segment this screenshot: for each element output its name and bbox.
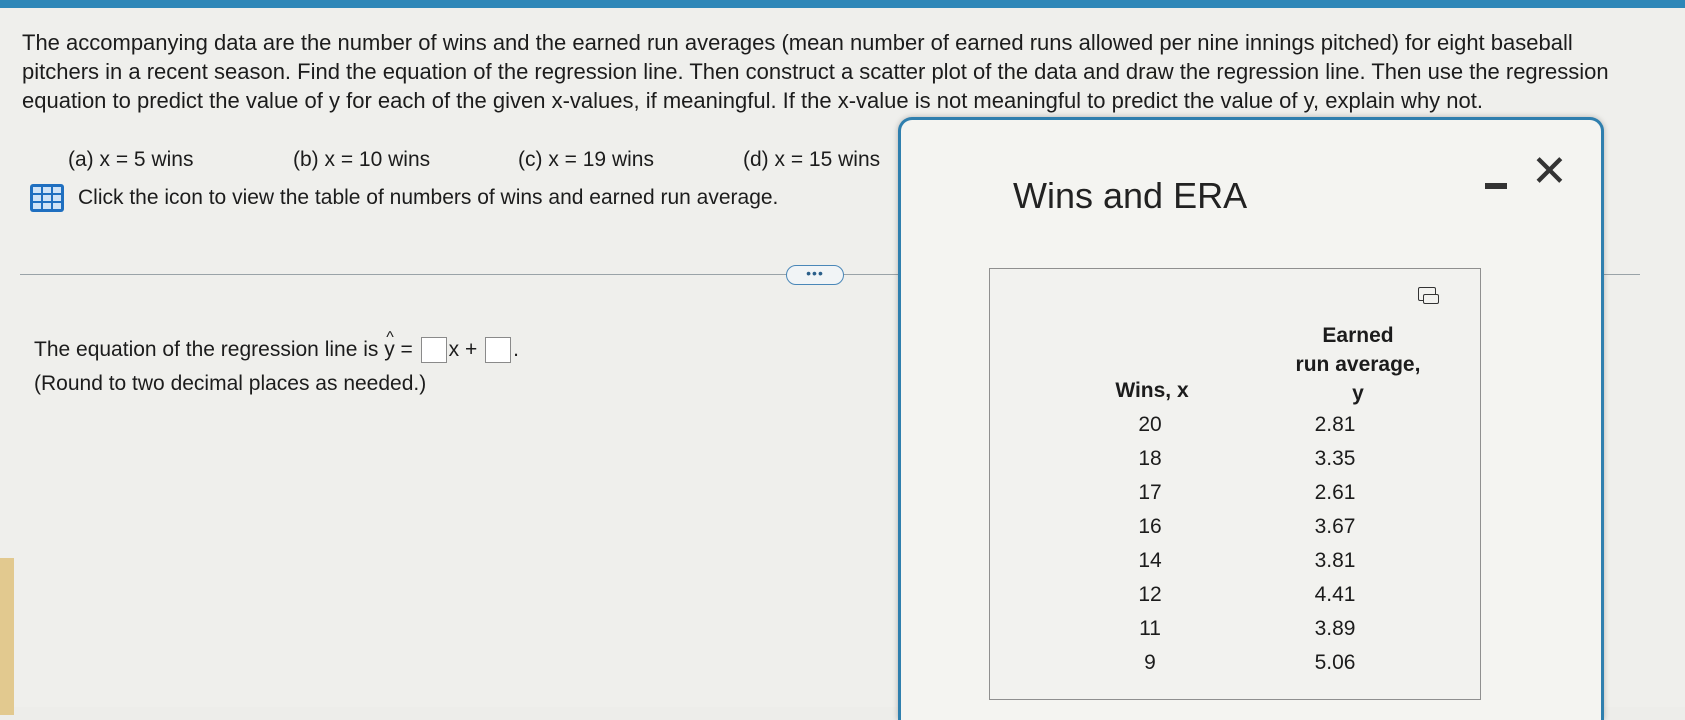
part-c: (c) x = 19 wins [518,148,654,171]
equation-prefix: The equation of the regression line is [34,338,385,361]
era-cell: 5.06 [1314,651,1356,674]
close-button[interactable]: ✕ [1531,150,1568,194]
more-button[interactable]: ••• [786,265,844,285]
y-hat-symbol: y [384,321,395,367]
era-column-header: Earned run average, y [1295,324,1421,405]
table-row: 14 3.81 [990,549,1480,583]
table-row: 20 2.81 [990,413,1480,447]
wins-cell: 16 [1138,515,1162,538]
wins-cell: 9 [1144,651,1156,674]
table-row: 12 4.41 [990,583,1480,617]
era-cell: 2.81 [1314,413,1356,436]
intercept-input[interactable] [485,337,512,364]
data-table: Earned run average, y Wins, x 20 2.81 18… [989,268,1481,700]
part-d: (d) x = 15 wins [743,148,881,171]
table-row: 16 3.67 [990,515,1480,549]
left-accent-strip [0,558,14,715]
minimize-button[interactable] [1481,165,1511,195]
table-row: 11 3.89 [990,617,1480,651]
era-cell: 2.61 [1314,481,1356,504]
era-cell: 3.81 [1314,549,1356,572]
data-table-link[interactable]: Click the icon to view the table of numb… [30,184,778,212]
wins-cell: 17 [1138,481,1162,504]
wins-cell: 18 [1138,447,1162,470]
equation-period: . [513,338,519,361]
equals-sign: = [394,338,419,361]
wins-cell: 20 [1138,413,1162,436]
table-link-text: Click the icon to view the table of numb… [78,186,779,209]
era-cell: 3.35 [1314,447,1356,470]
popup-title: Wins and ERA [1013,175,1248,216]
top-bar [0,0,1685,8]
copy-icon[interactable] [1418,287,1439,304]
wins-cell: 14 [1138,549,1162,572]
era-cell: 4.41 [1314,583,1356,606]
table-icon[interactable] [30,184,64,212]
wins-cell: 11 [1139,617,1161,640]
rounding-note: (Round to two decimal places as needed.) [34,372,427,395]
part-a: (a) x = 5 wins [68,148,194,171]
part-b: (b) x = 10 wins [293,148,431,171]
answer-section: The equation of the regression line is y… [34,321,519,401]
wins-cell: 12 [1138,583,1162,606]
x-plus-text: x + [448,338,484,361]
slope-input[interactable] [420,337,447,364]
wins-column-header: Wins, x [1115,379,1189,402]
table-row: 17 2.61 [990,481,1480,515]
era-cell: 3.67 [1314,515,1356,538]
table-row: 18 3.35 [990,447,1480,481]
era-cell: 3.89 [1314,617,1356,640]
data-popup-window: Wins and ERA ✕ Earned run average, y Win… [898,117,1604,720]
table-row: 9 5.06 [990,651,1480,685]
question-text: The accompanying data are the number of … [22,30,1609,113]
